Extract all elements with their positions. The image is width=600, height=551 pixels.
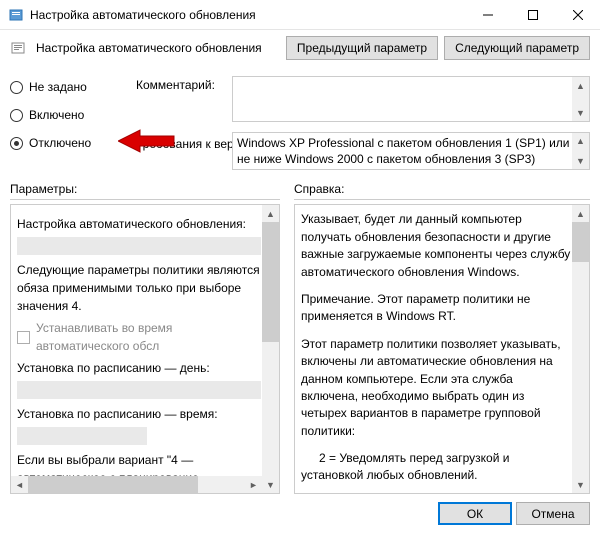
help-column: Справка: Указывает, будет ли данный комп… xyxy=(294,180,590,494)
scroll-right-icon[interactable]: ► xyxy=(245,476,262,493)
help-paragraph: Этот параметр политики позволяет указыва… xyxy=(301,336,571,440)
policy-icon xyxy=(10,40,26,56)
config-state-area: Не задано Включено Отключено Комментарий… xyxy=(0,66,600,176)
version-label: Требования к версии: xyxy=(136,137,226,151)
help-paragraph: Указывает, будет ли данный компьютер пол… xyxy=(301,211,571,281)
previous-setting-button[interactable]: Предыдущий параметр xyxy=(286,36,438,60)
radio-label: Не задано xyxy=(29,80,87,94)
scroll-down-icon[interactable]: ▼ xyxy=(262,476,279,493)
scroll-up-icon[interactable]: ▲ xyxy=(262,205,279,222)
checkbox-label: Устанавливать во время автоматического о… xyxy=(36,319,261,355)
scroll-down-icon[interactable]: ▼ xyxy=(572,476,589,493)
header-row: Настройка автоматического обновления Пре… xyxy=(0,30,600,66)
parameters-content: Настройка автоматического обновления: Сл… xyxy=(11,205,279,493)
scroll-up-icon[interactable]: ▲ xyxy=(572,133,589,150)
radio-enabled[interactable]: Включено xyxy=(10,108,130,122)
close-button[interactable] xyxy=(555,0,600,30)
disabled-dropdown xyxy=(17,427,147,445)
scroll-up-icon[interactable]: ▲ xyxy=(572,205,589,222)
scrollbar-vertical[interactable]: ▲ ▼ xyxy=(572,205,589,493)
schedule-time-label: Установка по расписанию — время: xyxy=(17,405,261,423)
supported-on-box: Windows XP Professional с пакетом обновл… xyxy=(232,132,590,170)
meta-labels: Комментарий: Требования к версии: xyxy=(136,76,226,151)
radio-group: Не задано Включено Отключено xyxy=(10,76,130,150)
scrollbar-thumb[interactable] xyxy=(28,476,198,493)
minimize-button[interactable] xyxy=(465,0,510,30)
scrollbar[interactable]: ▲ ▼ xyxy=(572,77,589,121)
radio-icon xyxy=(10,137,23,150)
radio-label: Отключено xyxy=(29,136,91,150)
next-setting-button[interactable]: Следующий параметр xyxy=(444,36,590,60)
radio-icon xyxy=(10,81,23,94)
cancel-button[interactable]: Отмена xyxy=(516,502,590,525)
help-content: Указывает, будет ли данный компьютер пол… xyxy=(295,205,589,493)
scrollbar-thumb[interactable] xyxy=(262,222,279,342)
parameters-column: Параметры: Настройка автоматического обн… xyxy=(10,180,280,494)
checkbox xyxy=(17,331,30,344)
radio-icon xyxy=(10,109,23,122)
details-area: Параметры: Настройка автоматического обн… xyxy=(0,180,600,494)
ok-button[interactable]: ОК xyxy=(438,502,512,525)
scroll-left-icon[interactable]: ◄ xyxy=(11,476,28,493)
scrollbar-horizontal[interactable]: ◄ ► xyxy=(11,476,262,493)
scrollbar-vertical[interactable]: ▲ ▼ xyxy=(262,205,279,493)
schedule-day-label: Установка по расписанию — день: xyxy=(17,359,261,377)
param-heading: Настройка автоматического обновления: xyxy=(17,215,261,233)
radio-label: Включено xyxy=(29,108,84,122)
disabled-dropdown xyxy=(17,237,261,255)
scrollbar-thumb[interactable] xyxy=(572,222,589,262)
meta-values: ▲ ▼ Windows XP Professional с пакетом об… xyxy=(232,76,590,170)
radio-not-configured[interactable]: Не задано xyxy=(10,80,130,94)
comment-textarea[interactable]: ▲ ▼ xyxy=(232,76,590,122)
help-paragraph: Примечание. Этот параметр политики не пр… xyxy=(301,291,571,326)
titlebar: Настройка автоматического обновления xyxy=(0,0,600,30)
radio-disabled[interactable]: Отключено xyxy=(10,136,130,150)
help-title: Справка: xyxy=(294,180,590,200)
nav-buttons: Предыдущий параметр Следующий параметр xyxy=(286,36,590,60)
dialog-footer: ОК Отмена xyxy=(0,494,600,533)
maintenance-checkbox-row: Устанавливать во время автоматического о… xyxy=(17,319,261,355)
help-pane: Указывает, будет ли данный компьютер пол… xyxy=(294,204,590,494)
supported-on-text: Windows XP Professional с пакетом обновл… xyxy=(237,136,570,166)
app-icon xyxy=(8,7,24,23)
scroll-down-icon[interactable]: ▼ xyxy=(572,152,589,169)
help-paragraph: 2 = Уведомлять перед загрузкой и установ… xyxy=(301,450,571,485)
scroll-down-icon[interactable]: ▼ xyxy=(572,104,589,121)
maximize-button[interactable] xyxy=(510,0,555,30)
window-title: Настройка автоматического обновления xyxy=(30,8,465,22)
scroll-up-icon[interactable]: ▲ xyxy=(572,77,589,94)
parameters-pane: Настройка автоматического обновления: Сл… xyxy=(10,204,280,494)
parameters-title: Параметры: xyxy=(10,180,280,200)
scrollbar[interactable]: ▲ ▼ xyxy=(572,133,589,169)
comment-label: Комментарий: xyxy=(136,78,226,92)
param-note: Следующие параметры политики являются об… xyxy=(17,261,261,315)
disabled-dropdown xyxy=(17,381,261,399)
policy-title: Настройка автоматического обновления xyxy=(36,41,276,55)
